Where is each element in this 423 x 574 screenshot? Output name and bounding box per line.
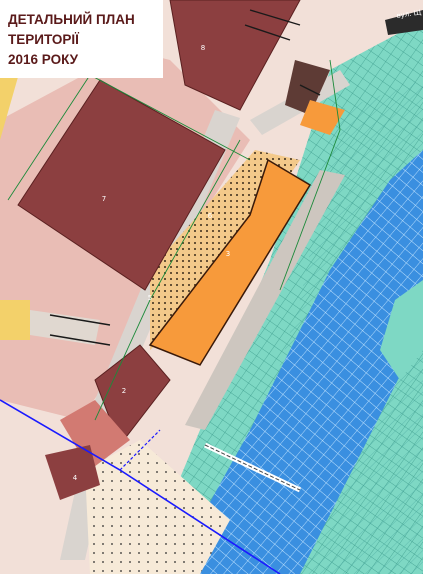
label-building-3: 3 [226,250,230,258]
plan-title-box: ДЕТАЛЬНИЙ ПЛАН ТЕРИТОРІЇ 2016 РОКУ [0,0,163,78]
detailed-plan-map: 7 3 8 2 4 5 6 [0,0,423,574]
label-building-7: 7 [102,195,106,203]
map-stage: 7 3 8 2 4 5 6 ДЕТАЛЬНИЙ ПЛАН ТЕРИТОРІЇ 2… [0,0,423,574]
label-building-4: 4 [73,474,78,482]
title-line-3: 2016 РОКУ [8,52,79,67]
label-building-6: 6 [208,212,213,220]
label-building-2: 2 [122,387,126,395]
label-building-5: 5 [148,294,152,302]
title-line-1: ДЕТАЛЬНИЙ ПЛАН [8,12,135,27]
building-small-5 [0,300,30,340]
title-line-2: ТЕРИТОРІЇ [8,32,79,47]
label-building-8: 8 [201,44,205,52]
